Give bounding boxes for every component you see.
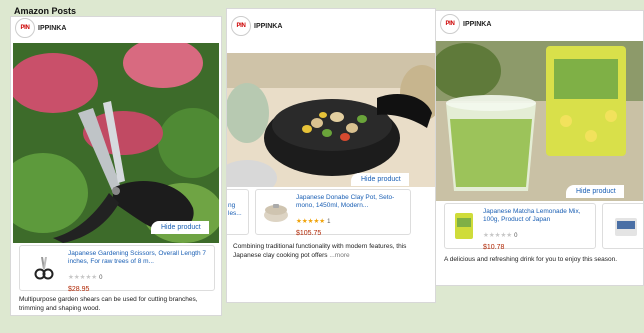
brand-logo[interactable]: PIN xyxy=(440,14,460,34)
post-description: A delicious and refreshing drink for you… xyxy=(444,256,618,263)
post-header: PIN IPPINKA xyxy=(436,13,643,35)
hide-product-button[interactable]: Hide product xyxy=(351,173,409,186)
rating-stars: ★★★★★ xyxy=(296,218,326,225)
post-image[interactable] xyxy=(227,53,435,187)
rating-count: 1 xyxy=(327,219,331,225)
product-title[interactable]: Japanese Gardening Scissors, Overall Len… xyxy=(68,250,210,266)
post-description: Multipurpose garden shears can be used f… xyxy=(19,296,198,312)
post-header: PIN IPPINKA xyxy=(11,17,221,39)
side-product-thumbnail[interactable] xyxy=(611,212,641,242)
product-thumbnail[interactable] xyxy=(24,250,64,286)
side-product-card[interactable]: ng les... xyxy=(227,189,249,235)
brand-name[interactable]: IPPINKA xyxy=(38,25,66,32)
post-image[interactable] xyxy=(436,41,643,201)
post-card[interactable]: PIN IPPINKA Hide product Japanese Matcha… xyxy=(435,10,644,286)
hide-product-button[interactable]: Hide product xyxy=(566,185,624,198)
post-description: Combining traditional functionality with… xyxy=(233,243,407,259)
product-price: $28.95 xyxy=(68,286,90,293)
product-title[interactable]: Japanese Donabe Clay Pot, Seto-mono, 145… xyxy=(296,194,406,210)
rating-count: 0 xyxy=(514,233,518,239)
post-card[interactable]: PIN IPPINKA Hide product ng les... Japan… xyxy=(226,8,436,303)
product-card[interactable]: Japanese Matcha Lemonade Mix, 100g, Prod… xyxy=(444,203,596,251)
post-card[interactable]: PIN IPPINKA Hide product Japanese Garden… xyxy=(10,16,222,316)
post-header: PIN IPPINKA xyxy=(227,15,435,37)
product-card[interactable]: Japanese Donabe Clay Pot, Seto-mono, 145… xyxy=(255,189,411,237)
brand-name[interactable]: IPPINKA xyxy=(254,23,282,30)
side-product-card[interactable] xyxy=(602,203,643,249)
brand-logo[interactable]: PIN xyxy=(231,16,251,36)
brand-name[interactable]: IPPINKA xyxy=(463,21,491,28)
product-price: $105.75 xyxy=(296,230,322,237)
product-thumbnail[interactable] xyxy=(449,208,479,244)
side-product-title[interactable]: ng les... xyxy=(227,202,248,218)
brand-logo[interactable]: PIN xyxy=(15,18,35,38)
more-link[interactable]: ...more xyxy=(329,252,349,259)
rating-stars: ★★★★★ xyxy=(68,274,98,281)
rating-stars: ★★★★★ xyxy=(483,232,513,239)
product-price: $10.78 xyxy=(483,244,505,251)
hide-product-button[interactable]: Hide product xyxy=(151,221,209,234)
post-image[interactable] xyxy=(13,43,219,243)
product-title[interactable]: Japanese Matcha Lemonade Mix, 100g, Prod… xyxy=(483,208,591,224)
product-thumbnail[interactable] xyxy=(260,194,292,230)
rating-count: 0 xyxy=(99,275,103,281)
product-card[interactable]: Japanese Gardening Scissors, Overall Len… xyxy=(19,245,215,293)
section-title: Amazon Posts xyxy=(14,6,77,16)
